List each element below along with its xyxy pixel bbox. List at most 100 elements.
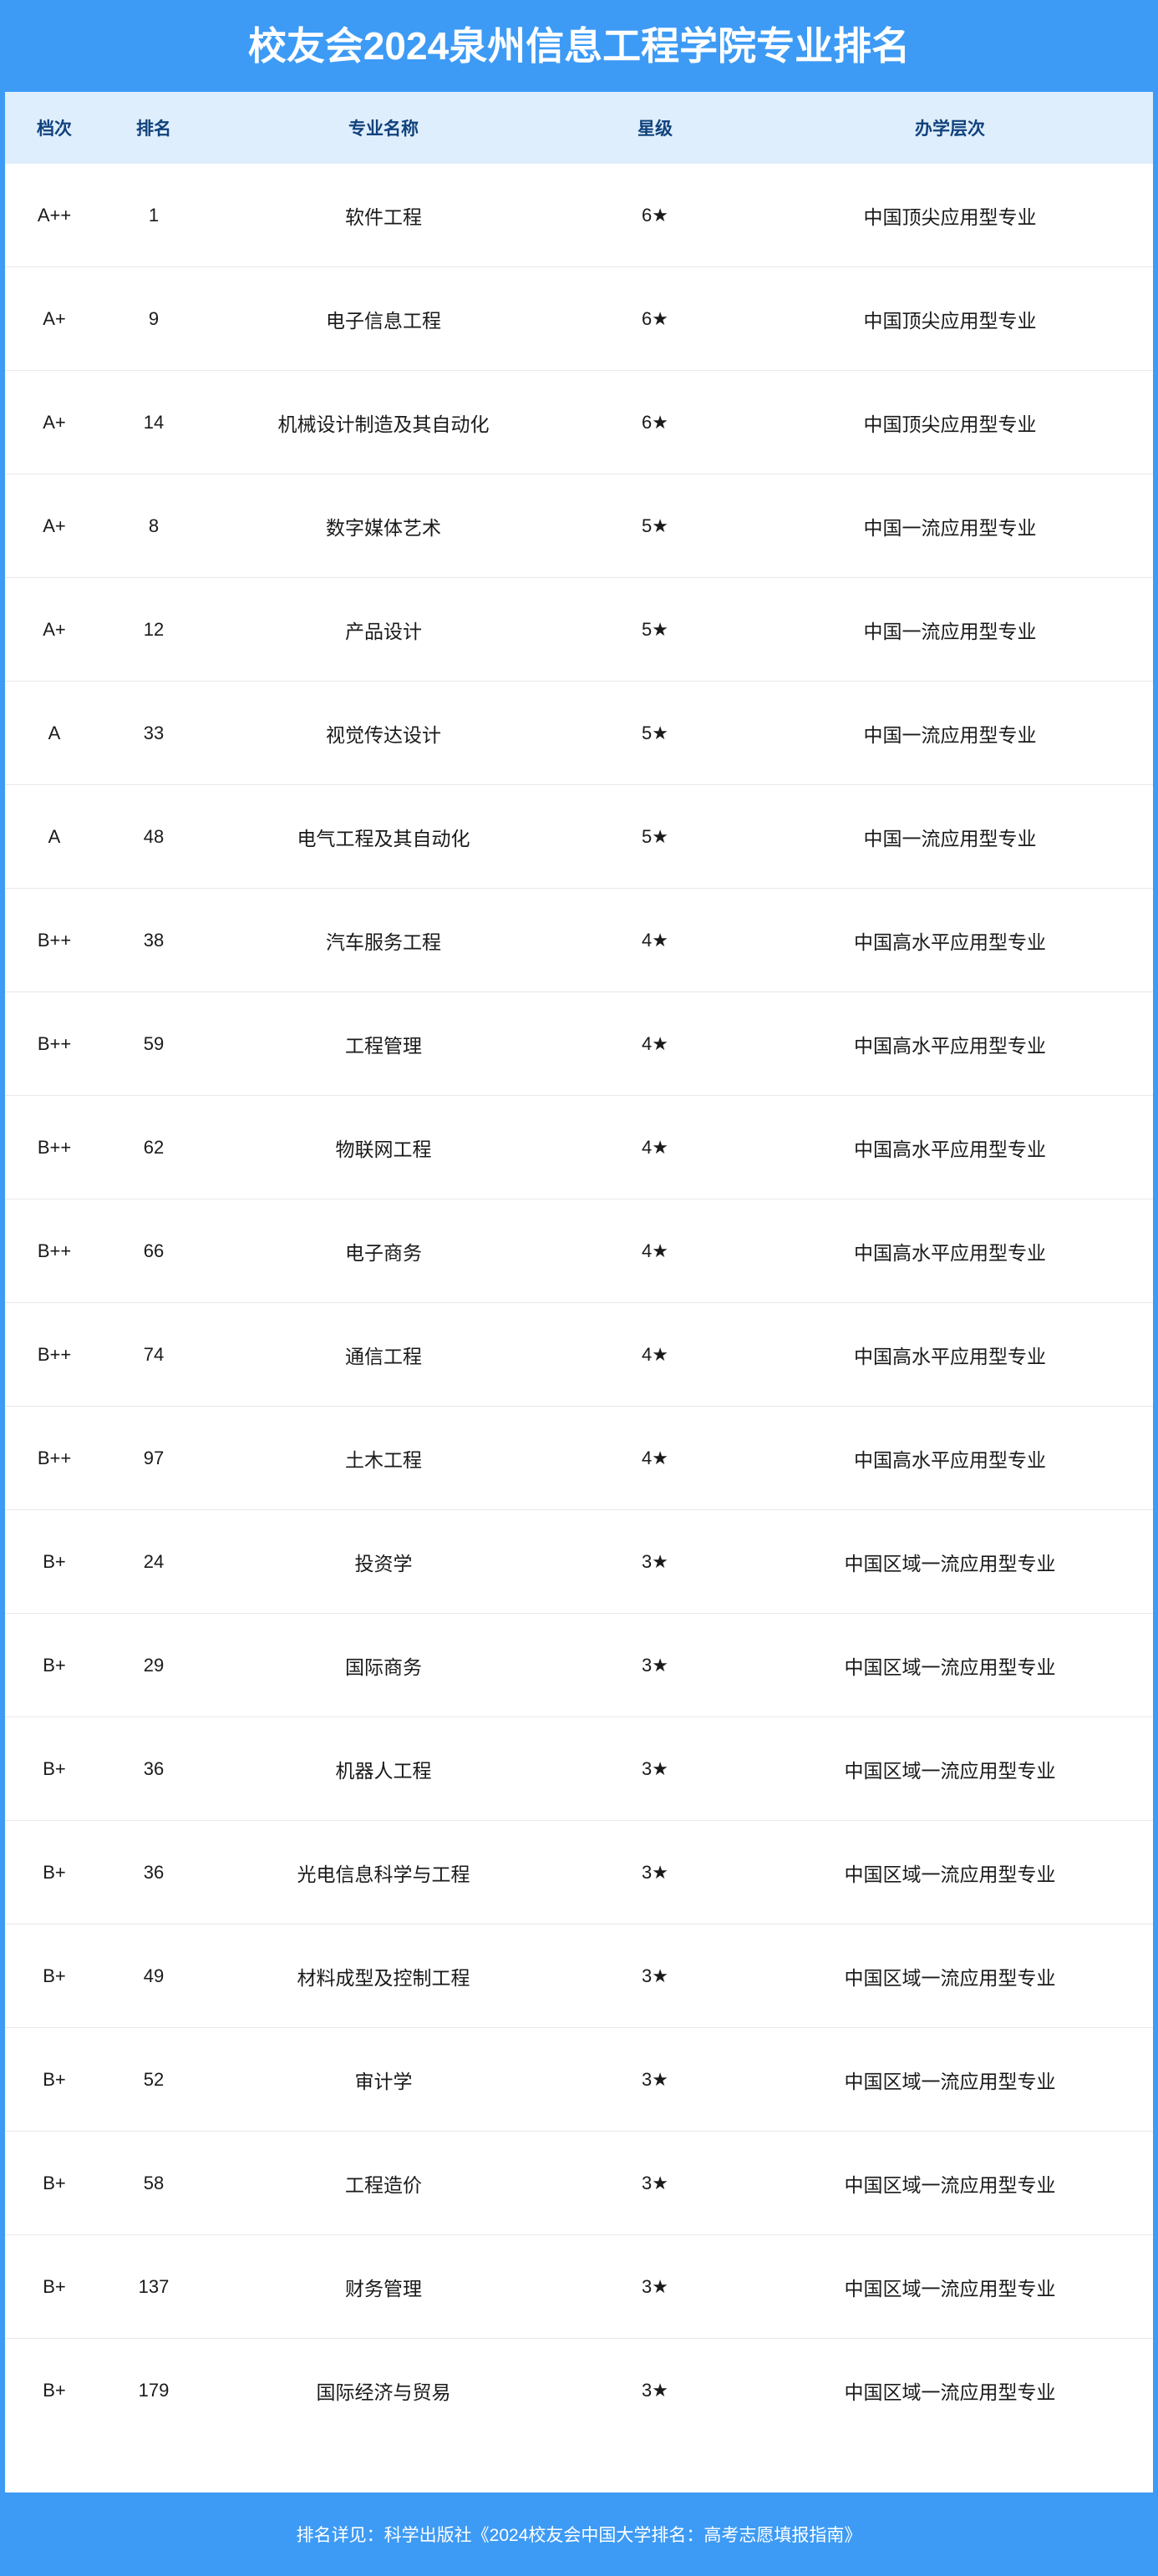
cell-rank: 62 <box>104 1095 204 1199</box>
table-row: A+ 12 产品设计 5★ 中国一流应用型专业 <box>5 577 1153 682</box>
cell-major: 光电信息科学与工程 <box>204 1820 563 1924</box>
cell-major: 审计学 <box>204 2027 563 2132</box>
cell-rank: 48 <box>104 784 204 889</box>
cell-level: 中国一流应用型专业 <box>747 681 1153 785</box>
cell-tier: B++ <box>5 1095 104 1199</box>
cell-tier: A <box>5 784 104 889</box>
cell-star: 5★ <box>563 784 747 889</box>
cell-rank: 24 <box>104 1509 204 1614</box>
cell-level: 中国区域一流应用型专业 <box>747 2027 1153 2132</box>
cell-tier: B+ <box>5 2131 104 2235</box>
cell-tier: A+ <box>5 474 104 578</box>
table-row: B+ 137 财务管理 3★ 中国区域一流应用型专业 <box>5 2234 1153 2339</box>
table-body: A++ 1 软件工程 6★ 中国顶尖应用型专业 A+ 9 电子信息工程 6★ 中国顶尖应用型专业 A… <box>5 164 1153 2442</box>
ranking-infographic: 校友会2024泉州信息工程学院专业排名 档次 排名 专业名称 星级 办学层次 A… <box>0 0 1158 2576</box>
cell-rank: 38 <box>104 888 204 992</box>
cell-level: 中国高水平应用型专业 <box>747 1095 1153 1199</box>
cell-star: 3★ <box>563 2027 747 2132</box>
table-row: B+ 49 材料成型及控制工程 3★ 中国区域一流应用型专业 <box>5 1924 1153 2028</box>
column-header-tier: 档次 <box>37 119 72 139</box>
ranking-table-container: 档次 排名 专业名称 星级 办学层次 A++ 1 软件工程 6★ 中国顶尖应用型专业 A+… <box>0 92 1158 2492</box>
cell-rank: 29 <box>104 1613 204 1717</box>
cell-level: 中国一流应用型专业 <box>747 577 1153 682</box>
cell-star: 3★ <box>563 1613 747 1717</box>
table-row: A+ 9 电子信息工程 6★ 中国顶尖应用型专业 <box>5 266 1153 371</box>
cell-star: 3★ <box>563 2234 747 2339</box>
table-row: B++ 38 汽车服务工程 4★ 中国高水平应用型专业 <box>5 888 1153 992</box>
table-row: B+ 36 机器人工程 3★ 中国区域一流应用型专业 <box>5 1716 1153 1821</box>
cell-major: 电子商务 <box>204 1199 563 1303</box>
cell-rank: 49 <box>104 1924 204 2028</box>
cell-rank: 1 <box>148 204 160 226</box>
cell-rank: 74 <box>104 1302 204 1407</box>
cell-rank: 9 <box>104 266 204 371</box>
cell-star: 6★ <box>563 266 747 371</box>
cell-level: 中国顶尖应用型专业 <box>863 205 1037 228</box>
cell-major: 工程造价 <box>204 2131 563 2235</box>
table-row: B++ 74 通信工程 4★ 中国高水平应用型专业 <box>5 1302 1153 1407</box>
cell-star: 3★ <box>563 2338 747 2442</box>
table-row: A 48 电气工程及其自动化 5★ 中国一流应用型专业 <box>5 784 1153 889</box>
table-row: A+ 14 机械设计制造及其自动化 6★ 中国顶尖应用型专业 <box>5 370 1153 474</box>
cell-tier: A+ <box>5 266 104 371</box>
cell-tier: B+ <box>5 1613 104 1717</box>
cell-tier: B+ <box>5 1820 104 1924</box>
footer-banner: 排名详见：科学出版社《2024校友会中国大学排名：高考志愿填报指南》 <box>0 2492 1158 2576</box>
cell-star: 3★ <box>563 2131 747 2235</box>
table-row: B+ 24 投资学 3★ 中国区域一流应用型专业 <box>5 1509 1153 1614</box>
cell-major: 机器人工程 <box>204 1716 563 1821</box>
table-head: 档次 排名 专业名称 星级 办学层次 <box>5 92 1153 164</box>
table-header-row: 档次 排名 专业名称 星级 办学层次 <box>5 92 1153 164</box>
cell-rank: 137 <box>104 2234 204 2339</box>
cell-star: 5★ <box>563 474 747 578</box>
cell-major: 视觉传达设计 <box>204 681 563 785</box>
cell-major: 数字媒体艺术 <box>204 474 563 578</box>
cell-star: 4★ <box>563 991 747 1096</box>
cell-major: 财务管理 <box>204 2234 563 2339</box>
cell-level: 中国高水平应用型专业 <box>747 888 1153 992</box>
cell-tier: A+ <box>5 577 104 682</box>
cell-tier: B+ <box>5 1716 104 1821</box>
cell-major: 工程管理 <box>204 991 563 1096</box>
cell-major: 电子信息工程 <box>204 266 563 371</box>
cell-major: 物联网工程 <box>204 1095 563 1199</box>
column-header-level: 办学层次 <box>915 119 985 139</box>
cell-level: 中国区域一流应用型专业 <box>747 2234 1153 2339</box>
cell-tier: B+ <box>5 1509 104 1614</box>
cell-tier: B++ <box>5 888 104 992</box>
cell-tier: B+ <box>5 2338 104 2442</box>
cell-level: 中国区域一流应用型专业 <box>747 2338 1153 2442</box>
table-row: B++ 62 物联网工程 4★ 中国高水平应用型专业 <box>5 1095 1153 1199</box>
cell-tier: B+ <box>5 2027 104 2132</box>
table-row: B+ 179 国际经济与贸易 3★ 中国区域一流应用型专业 <box>5 2338 1153 2442</box>
cell-level: 中国区域一流应用型专业 <box>747 1509 1153 1614</box>
cell-rank: 66 <box>104 1199 204 1303</box>
cell-rank: 12 <box>104 577 204 682</box>
column-header-rank: 排名 <box>136 119 171 139</box>
column-header-major: 专业名称 <box>348 119 419 139</box>
cell-rank: 36 <box>104 1820 204 1924</box>
cell-star: 3★ <box>563 1509 747 1614</box>
cell-level: 中国区域一流应用型专业 <box>747 2131 1153 2235</box>
table-row: A+ 8 数字媒体艺术 5★ 中国一流应用型专业 <box>5 474 1153 578</box>
cell-star: 6★ <box>563 370 747 474</box>
cell-level: 中国顶尖应用型专业 <box>747 266 1153 371</box>
cell-rank: 179 <box>104 2338 204 2442</box>
cell-level: 中国高水平应用型专业 <box>747 991 1153 1096</box>
cell-level: 中国区域一流应用型专业 <box>747 1924 1153 2028</box>
cell-star: 4★ <box>563 1095 747 1199</box>
cell-rank: 59 <box>104 991 204 1096</box>
table-row: B+ 58 工程造价 3★ 中国区域一流应用型专业 <box>5 2131 1153 2235</box>
column-header-star: 星级 <box>637 119 673 139</box>
cell-tier: B++ <box>5 991 104 1096</box>
cell-tier: B+ <box>5 2234 104 2339</box>
cell-level: 中国区域一流应用型专业 <box>747 1613 1153 1717</box>
table-row: A++ 1 软件工程 6★ 中国顶尖应用型专业 <box>5 164 1153 267</box>
footer-note: 排名详见：科学出版社《2024校友会中国大学排名：高考志愿填报指南》 <box>296 2526 862 2545</box>
cell-major: 投资学 <box>204 1509 563 1614</box>
cell-star: 3★ <box>563 1924 747 2028</box>
table-row: B+ 52 审计学 3★ 中国区域一流应用型专业 <box>5 2027 1153 2132</box>
title-banner: 校友会2024泉州信息工程学院专业排名 <box>0 0 1158 92</box>
cell-star: 6★ <box>642 204 668 226</box>
cell-level: 中国区域一流应用型专业 <box>747 1716 1153 1821</box>
